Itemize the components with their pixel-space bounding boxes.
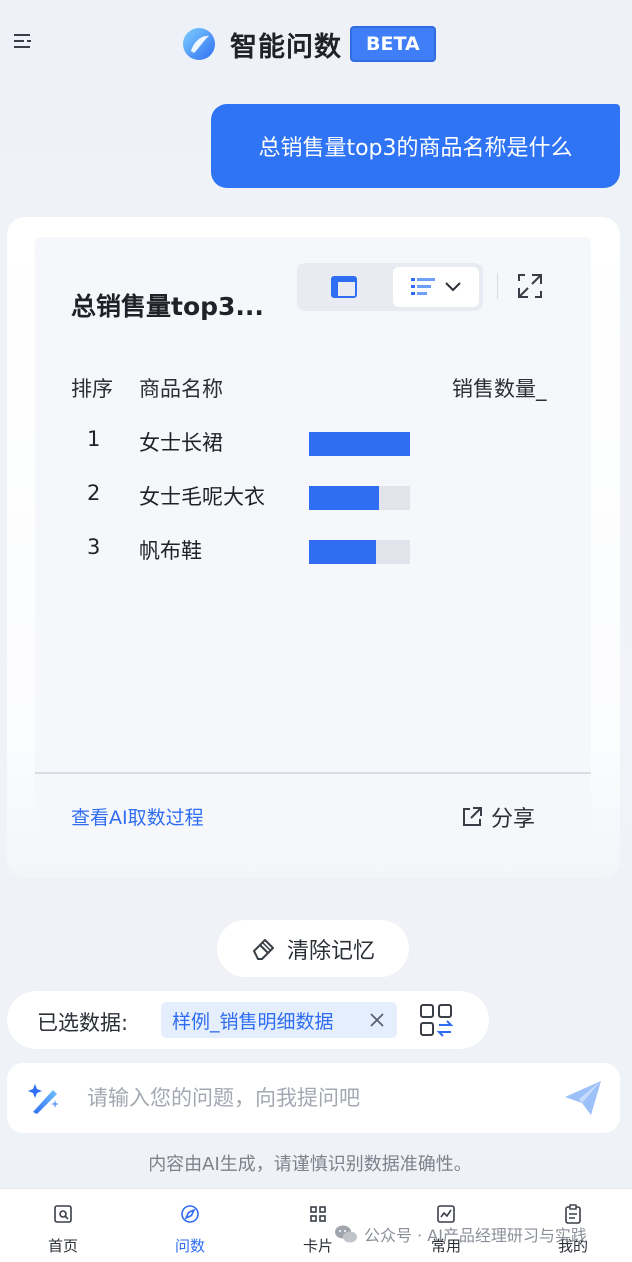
clipboard-icon: [565, 1204, 581, 1224]
card-divider: [35, 772, 591, 774]
clear-memory-label: 清除记忆: [286, 938, 375, 964]
header: 智能问数 BETA: [0, 0, 632, 90]
chart-icon: [437, 1205, 455, 1223]
list-icon: [411, 278, 435, 295]
compass-icon: [181, 1205, 199, 1223]
column-header-product-name: 商品名称: [139, 377, 223, 401]
chip-label: 样例_销售明细数据: [172, 1010, 334, 1033]
row-product-name: 女士毛呢大衣: [139, 485, 265, 509]
row-product-name: 女士长裙: [139, 431, 223, 455]
table-view-button[interactable]: [297, 263, 391, 311]
tab-home[interactable]: 首页: [13, 1189, 113, 1262]
sales-bar-fill: [309, 486, 379, 510]
table-row: 3 帆布鞋: [35, 529, 591, 569]
selected-data-chip[interactable]: 样例_销售明细数据: [161, 1002, 397, 1038]
tab-label: 首页: [47, 1237, 78, 1255]
wechat-icon: [335, 1225, 357, 1243]
expand-icon[interactable]: [517, 273, 543, 299]
question-input-box: [7, 1063, 620, 1133]
app-title: 智能问数: [230, 31, 342, 63]
tab-ask-data[interactable]: 问数: [140, 1189, 240, 1262]
magic-wand-icon: [28, 1084, 59, 1114]
share-label: 分享: [491, 807, 536, 832]
selected-data-label: 已选数据:: [37, 1011, 129, 1035]
chevron-down-icon: [445, 282, 461, 292]
question-input[interactable]: [87, 1077, 547, 1119]
beta-badge: BETA: [350, 26, 436, 62]
column-header-sales-quantity: 销售数量_: [452, 377, 547, 401]
list-view-dropdown[interactable]: [393, 267, 479, 307]
share-icon: [463, 807, 482, 826]
ai-disclaimer: 内容由AI生成，请谨慎识别数据准确性。: [148, 1154, 472, 1175]
home-search-icon: [54, 1205, 72, 1223]
share-button[interactable]: 分享: [461, 801, 535, 833]
sales-bar: [309, 432, 410, 456]
result-title: 总销售量top3...: [71, 292, 264, 321]
toolbar-divider: [497, 273, 498, 299]
watermark-text: 公众号 · AI产品经理研习与实践: [364, 1226, 587, 1245]
eraser-icon: [252, 938, 274, 960]
view-ai-process-link[interactable]: 查看AI取数过程: [71, 803, 204, 830]
tab-label: 问数: [174, 1237, 205, 1255]
row-rank: 1: [87, 427, 101, 451]
sales-bar: [309, 540, 410, 564]
row-rank: 2: [87, 481, 101, 505]
table-row: 2 女士毛呢大衣: [35, 475, 591, 515]
brand: 智能问数 BETA: [182, 24, 436, 64]
close-icon[interactable]: [367, 1010, 387, 1030]
answer-card: 总销售量top3... 排序 商品名称 销售数量_ 1 女士长裙 2 女士毛呢大…: [7, 217, 620, 878]
column-header-rank: 排序: [71, 377, 113, 401]
view-toggle: [297, 263, 483, 311]
switch-dataset-icon[interactable]: [419, 1003, 453, 1037]
sales-bar-fill: [309, 540, 376, 564]
clear-memory-button[interactable]: 清除记忆: [217, 920, 409, 977]
send-icon[interactable]: [563, 1079, 603, 1117]
grid-icon: [310, 1206, 326, 1222]
table-row: 1 女士长裙: [35, 421, 591, 461]
table-icon: [331, 276, 357, 298]
result-panel: 总销售量top3... 排序 商品名称 销售数量_ 1 女士长裙 2 女士毛呢大…: [35, 237, 591, 857]
user-question-bubble: 总销售量top3的商品名称是什么: [211, 104, 620, 188]
sales-bar: [309, 486, 410, 510]
sales-bar-fill: [309, 432, 410, 456]
row-product-name: 帆布鞋: [139, 539, 202, 563]
watermark: 公众号 · AI产品经理研习与实践: [334, 1222, 587, 1246]
menu-icon[interactable]: [13, 32, 33, 50]
row-rank: 3: [87, 535, 101, 559]
brand-logo-icon: [183, 28, 215, 60]
selected-data-bar: 已选数据: 样例_销售明细数据: [7, 991, 489, 1049]
